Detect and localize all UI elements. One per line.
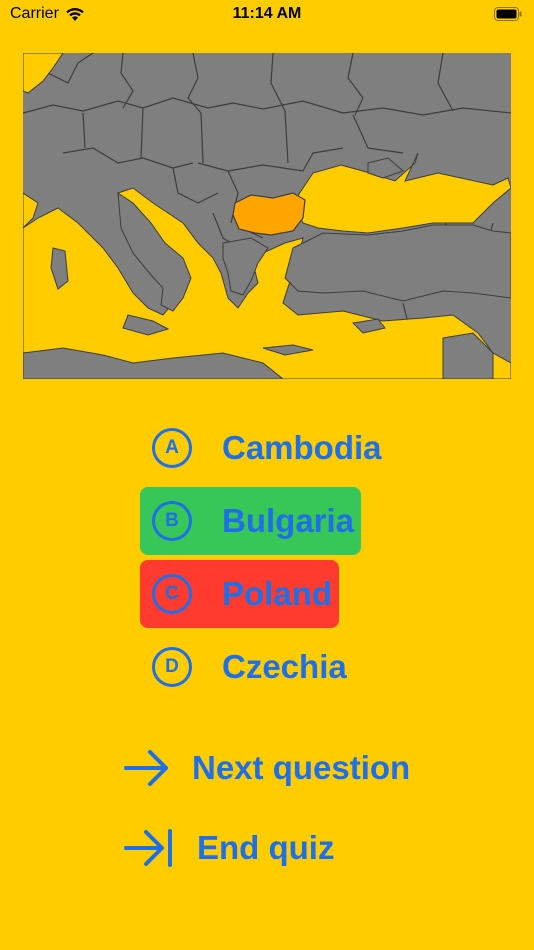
answer-option-a[interactable]: A Cambodia [140,414,386,482]
answer-label: Poland [222,575,333,612]
answer-label: Bulgaria [222,502,355,539]
end-quiz-button[interactable]: End quiz [124,828,334,868]
status-time: 11:14 AM [232,5,302,22]
option-letter-c-icon: C [152,574,192,614]
option-letter-a-icon: A [152,428,192,468]
arrow-to-end-icon [124,829,172,867]
answer-option-d[interactable]: D Czechia [140,633,360,701]
option-letter-b-icon: B [152,501,192,541]
arrow-right-icon [124,750,168,786]
country-map [23,53,511,379]
next-question-label: Next question [192,749,411,786]
answer-option-c[interactable]: C Poland [140,560,339,628]
map-graphic [23,53,511,379]
battery-icon [494,7,522,21]
answer-option-b[interactable]: B Bulgaria [140,487,361,555]
next-question-button[interactable]: Next question [124,748,410,788]
answer-label: Cambodia [222,429,382,466]
highlighted-country-shape [232,192,306,236]
end-quiz-label: End quiz [197,829,335,866]
answer-label: Czechia [222,648,347,685]
status-bar: Carrier 11:14 AM [0,0,534,30]
option-letter-d-icon: D [152,647,192,687]
